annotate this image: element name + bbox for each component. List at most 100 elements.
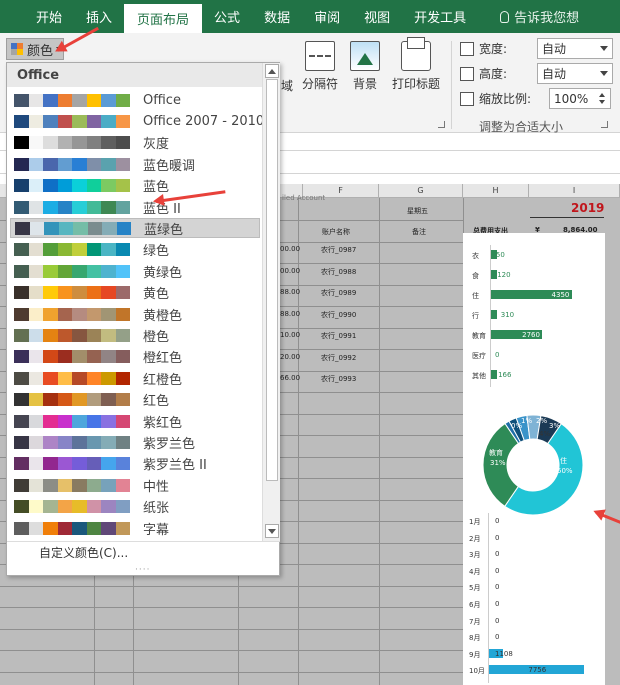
scale-launcher-icon[interactable] <box>601 121 608 128</box>
colors-dropdown: Office Office Office 2007 - 2010 灰度 蓝色暖调 蓝色蓝… <box>6 62 280 576</box>
month-value-label: 0 <box>495 566 500 575</box>
print-titles-button[interactable]: 打印标题 <box>392 37 440 92</box>
theme-name: 绿色 <box>143 244 170 260</box>
tab-home[interactable]: 开始 <box>24 0 74 33</box>
month-value-label: 0 <box>495 583 500 592</box>
theme-item[interactable]: 蓝色暖调 <box>10 154 260 174</box>
color-swatch <box>86 371 101 385</box>
height-select[interactable]: 自动 <box>537 63 613 84</box>
color-swatch <box>86 521 101 535</box>
width-select[interactable]: 自动 <box>537 38 613 59</box>
resize-grip-icon[interactable]: ···· <box>135 565 150 575</box>
theme-item[interactable]: Office 2007 - 2010 <box>10 111 264 131</box>
print-area-label[interactable]: 域 <box>281 77 293 94</box>
tab-insert[interactable]: 插入 <box>74 0 124 33</box>
color-swatch <box>101 286 116 300</box>
tab-page-layout[interactable]: 页面布局 <box>124 4 203 33</box>
color-swatch <box>72 350 87 364</box>
theme-item[interactable]: 橙色 <box>10 325 260 345</box>
color-swatch <box>43 350 58 364</box>
scroll-up-icon[interactable] <box>265 64 279 78</box>
month-value-label: 7756 <box>528 666 547 675</box>
tab-file[interactable] <box>0 0 24 33</box>
account-cell: 农行_0990 <box>321 310 357 319</box>
color-swatch <box>86 307 101 321</box>
color-swatch <box>28 286 43 300</box>
account-cell: 农行_0991 <box>321 332 357 340</box>
tab-data[interactable]: 数据 <box>252 0 302 33</box>
theme-item[interactable]: 橙红色 <box>10 347 260 367</box>
expense-category-label: 食 <box>472 272 479 280</box>
theme-swatches <box>14 136 130 150</box>
column-header-i[interactable]: I <box>529 184 620 198</box>
tab-formulas[interactable]: 公式 <box>202 0 252 33</box>
customize-colors-item[interactable]: 自定义颜色(C)... <box>7 541 280 563</box>
color-swatch <box>101 114 116 128</box>
amount-cell: 66.00 <box>280 374 301 382</box>
spinner-arrows-icon[interactable] <box>596 93 608 104</box>
width-value: 自动 <box>542 42 567 56</box>
color-swatch <box>72 136 87 150</box>
color-swatch <box>101 500 116 514</box>
theme-item[interactable]: 红色 <box>10 390 260 410</box>
theme-item[interactable]: 红橙色 <box>10 368 260 388</box>
theme-swatches <box>14 286 130 300</box>
theme-item[interactable]: 蓝绿色 <box>10 218 260 239</box>
amount-cell: 20.00 <box>280 352 301 361</box>
theme-name: 黄绿色 <box>143 265 183 281</box>
breaks-button[interactable]: 分隔符 <box>302 41 338 92</box>
theme-item[interactable]: Office <box>10 90 260 110</box>
scroll-down-icon[interactable] <box>265 524 279 538</box>
month-label: 9月 <box>469 650 481 659</box>
theme-item[interactable]: 灰度 <box>10 133 260 153</box>
color-swatch <box>72 93 87 107</box>
dropdown-scrollbar[interactable] <box>262 63 280 541</box>
color-swatch <box>57 157 72 171</box>
background-button[interactable]: 背景 <box>350 41 380 92</box>
color-swatch <box>86 264 101 278</box>
scale-group-label: 调整为合适大小 <box>479 120 564 134</box>
page-setup-launcher-icon[interactable] <box>438 121 445 128</box>
color-swatch <box>15 221 30 235</box>
theme-item[interactable]: 黄橙色 <box>10 304 260 324</box>
lightbulb-icon <box>500 10 510 23</box>
theme-item[interactable]: 字幕 <box>10 518 260 538</box>
color-swatch <box>115 93 130 107</box>
month-label: 8月 <box>469 634 481 643</box>
color-swatch <box>115 114 130 128</box>
tab-developer[interactable]: 开发工具 <box>402 0 478 33</box>
column-header-h[interactable]: H <box>463 184 529 198</box>
theme-name: 蓝色 <box>143 180 170 196</box>
color-swatch <box>72 200 87 214</box>
column-header-g[interactable]: G <box>379 184 463 198</box>
color-swatch <box>72 371 87 385</box>
color-swatch <box>115 243 130 257</box>
theme-item[interactable]: 绿色 <box>10 240 260 260</box>
color-swatch <box>86 243 101 257</box>
gridline <box>0 607 463 608</box>
theme-swatches <box>14 114 130 128</box>
tell-me-box[interactable]: 告诉我您想 <box>488 0 591 33</box>
theme-item[interactable]: 纸张 <box>10 497 260 517</box>
theme-item[interactable]: 黄色 <box>10 283 260 303</box>
color-swatch <box>14 500 29 514</box>
weekday-cell: 星期五 <box>407 207 428 215</box>
theme-item[interactable]: 中性 <box>10 475 260 495</box>
scale-spinner[interactable]: 100% <box>549 88 611 109</box>
color-swatch <box>72 521 87 535</box>
theme-item[interactable]: 紫罗兰色 <box>10 432 260 452</box>
theme-item[interactable]: 黄绿色 <box>10 261 260 281</box>
theme-item[interactable]: 紫红色 <box>10 411 260 431</box>
account-cell: 农行_0993 <box>321 375 357 383</box>
month-value-label: 0 <box>495 600 500 608</box>
tab-review[interactable]: 审阅 <box>302 0 352 33</box>
theme-item[interactable]: 紫罗兰色 II <box>10 454 260 474</box>
scroll-thumb[interactable] <box>266 79 278 481</box>
month-value-label: 0 <box>495 550 500 559</box>
expense-axis-line <box>490 245 491 387</box>
theme-item[interactable]: 蓝色 II <box>10 197 260 217</box>
tab-view[interactable]: 视图 <box>352 0 402 33</box>
color-swatch <box>115 179 130 193</box>
color-swatch <box>72 157 87 171</box>
width-icon <box>460 41 474 56</box>
